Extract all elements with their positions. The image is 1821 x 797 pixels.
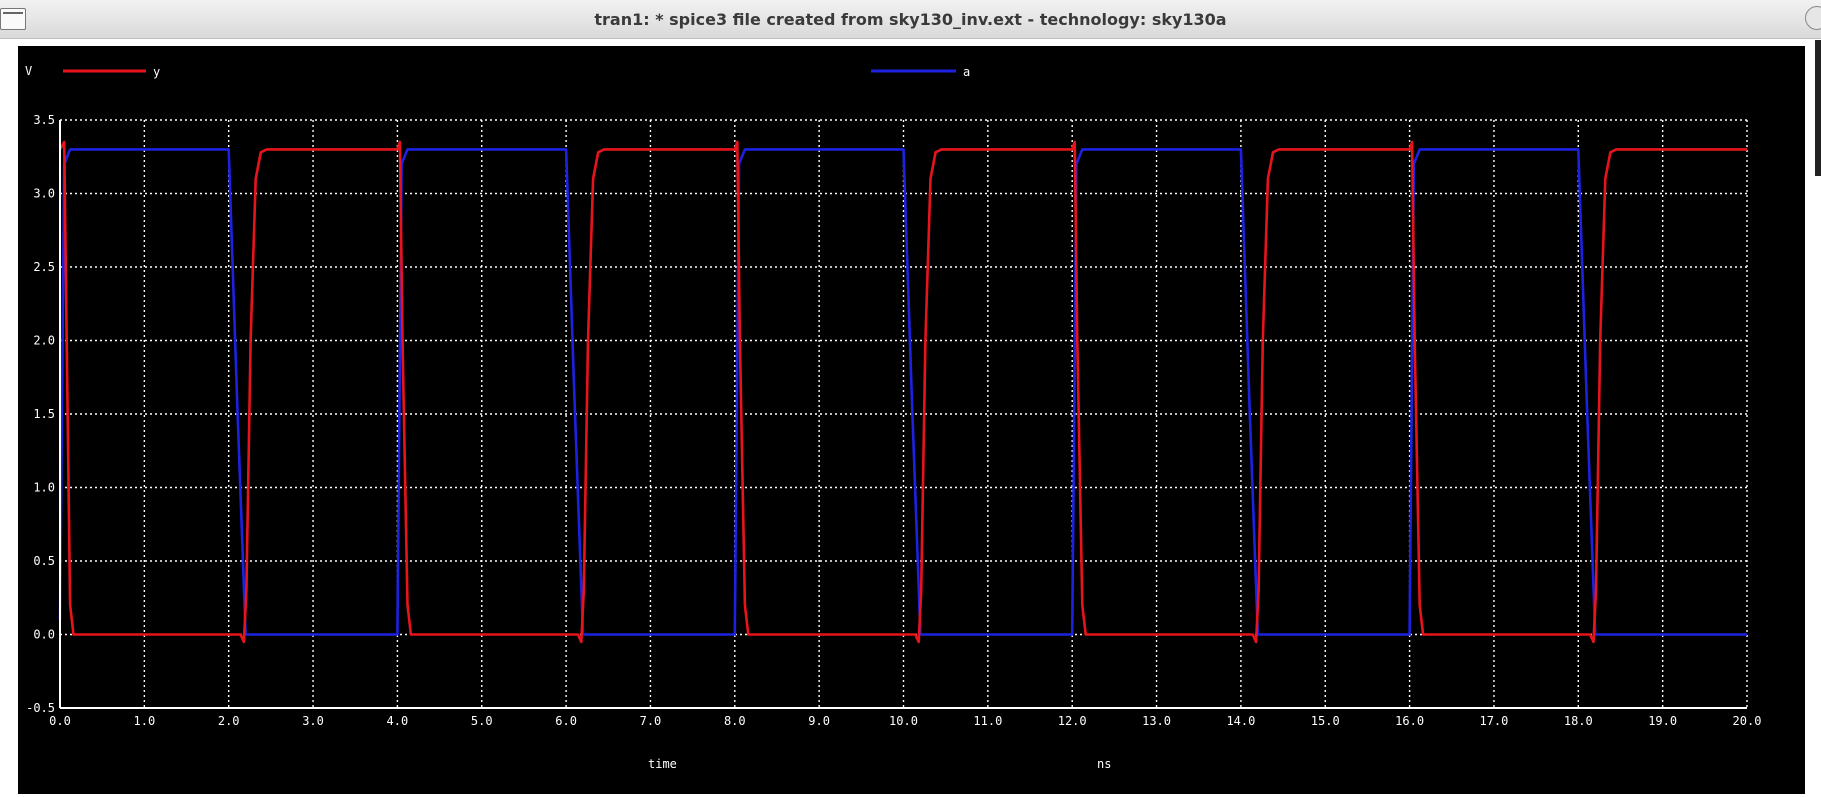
legend-label-a: a [963,65,970,79]
y-tick-label: 2.0 [33,334,55,348]
x-tick-label: 4.0 [387,714,409,728]
x-axis-unit-label: ns [1097,757,1111,771]
x-tick-label: 16.0 [1395,714,1424,728]
legend: V y a [25,64,970,79]
x-axis-label: time [648,757,677,771]
y-tick-label: 2.5 [33,260,55,274]
window-edge [1815,40,1821,176]
y-tick-label: 3.0 [33,187,55,201]
x-tick-label: 20.0 [1733,714,1762,728]
x-tick-label: 7.0 [640,714,662,728]
x-tick-label: 12.0 [1058,714,1087,728]
y-tick-label: 1.5 [33,407,55,421]
x-tick-label: 6.0 [555,714,577,728]
y-tick-label: 1.0 [33,481,55,495]
x-tick-label: 5.0 [471,714,493,728]
y-tick-label: 0.5 [33,554,55,568]
x-tick-label: 14.0 [1226,714,1255,728]
x-tick-label: 8.0 [724,714,746,728]
x-tick-label: 2.0 [218,714,240,728]
x-tick-label: 1.0 [134,714,156,728]
x-tick-label: 19.0 [1648,714,1677,728]
x-tick-label: 11.0 [973,714,1002,728]
legend-label-y: y [153,65,160,79]
x-tick-label: 18.0 [1564,714,1593,728]
x-tick-label: 13.0 [1142,714,1171,728]
x-tick-label: 15.0 [1311,714,1340,728]
grid [59,119,1748,709]
waveform-chart[interactable]: 0.0 1.0 2.0 3.0 4.0 5.0 6.0 7.0 8.0 9.0 10.0 11.0 12… [18,46,1805,794]
window-titlebar[interactable]: tran1: * spice3 file created from sky130… [0,0,1821,39]
y-tick-label: 0.0 [33,628,55,642]
x-tick-label: 0.0 [49,714,71,728]
window-title: tran1: * spice3 file created from sky130… [594,10,1227,29]
y-tick-label: 3.5 [33,113,55,127]
y-tick-label: -0.5 [26,701,55,715]
x-tick-label: 9.0 [808,714,830,728]
x-tick-label: 3.0 [302,714,324,728]
y-axis-unit-label: V [25,64,32,78]
plot-area[interactable]: 0.0 1.0 2.0 3.0 4.0 5.0 6.0 7.0 8.0 9.0 10.0 11.0 12… [18,46,1805,794]
x-tick-label: 17.0 [1479,714,1508,728]
x-tick-label: 10.0 [889,714,918,728]
